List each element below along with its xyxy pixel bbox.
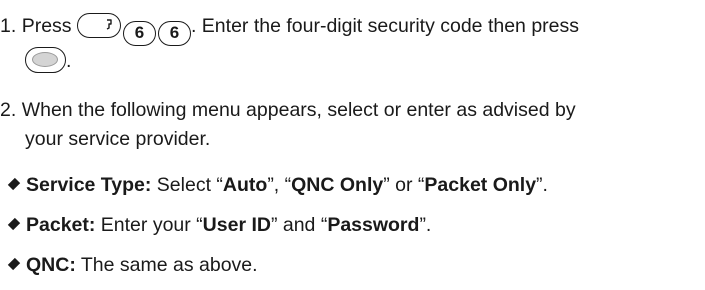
digit-6-key-icon: 6 xyxy=(157,21,191,46)
service-type-option-packet-only: Packet Only xyxy=(424,174,537,196)
packet-label: Packet: xyxy=(26,214,96,236)
step-1-line-end: . xyxy=(66,50,72,72)
service-type-label: Service Type: xyxy=(26,174,152,196)
step-2-line-1: 2. When the following menu appears, sele… xyxy=(0,98,576,122)
qnc-label: QNC: xyxy=(26,254,76,276)
step-1-press-text: Press xyxy=(21,15,72,37)
service-type-text: Select “ xyxy=(151,174,223,196)
diamond-bullet-icon xyxy=(7,177,21,191)
service-type-sep: ”, “ xyxy=(267,174,292,196)
packet-sep: ” and “ xyxy=(270,214,328,236)
service-type-option-auto: Auto xyxy=(222,174,268,196)
ok-key-icon xyxy=(25,47,66,73)
step-2-text-line-1: When the following menu appears, select … xyxy=(21,99,576,121)
step-2-number: 2. xyxy=(0,99,17,121)
step-1-number: 1. xyxy=(0,15,17,37)
digit-6-key-icon: 6 xyxy=(122,21,156,46)
step-2-line-2: your service provider. xyxy=(25,127,210,151)
step-1-instruction-text: . Enter the four-digit security code the… xyxy=(190,15,579,37)
packet-end: ”. xyxy=(419,214,432,236)
step-2-text-line-2: your service provider. xyxy=(25,128,211,150)
step-1-line-2: . xyxy=(25,47,71,73)
step-1-line-1: 1. Press 66. Enter the four-digit securi… xyxy=(0,13,579,46)
bullet-service-type: Service Type: Select “Auto”, “QNC Only” … xyxy=(7,173,548,197)
bullet-packet: Packet: Enter your “User ID” and “Passwo… xyxy=(7,213,432,237)
packet-text: Enter your “ xyxy=(95,214,203,236)
diamond-bullet-icon xyxy=(7,257,21,271)
packet-field-user-id: User ID xyxy=(202,214,271,236)
packet-field-password: Password xyxy=(327,214,420,236)
service-type-sep: ” or “ xyxy=(383,174,425,196)
bullet-qnc: QNC: The same as above. xyxy=(7,253,258,277)
qnc-text: The same as above. xyxy=(75,254,258,276)
menu-key-icon xyxy=(76,13,121,38)
diamond-bullet-icon xyxy=(7,217,21,231)
service-type-end: ”. xyxy=(536,174,548,196)
service-type-option-qnc-only: QNC Only xyxy=(291,174,384,196)
